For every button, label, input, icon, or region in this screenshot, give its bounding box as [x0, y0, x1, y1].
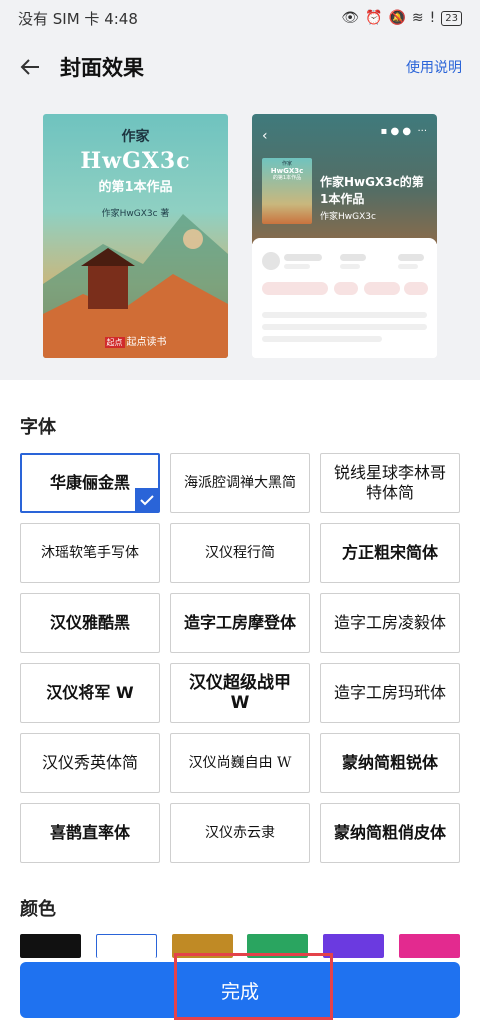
color-swatch-white[interactable] [95, 934, 157, 958]
font-option-zhanjia[interactable]: 汉仪超级战甲 W [170, 663, 310, 723]
cover-subtitle: 的第1本作品 [98, 180, 173, 195]
font-option-label: 蒙纳简粗俏皮体 [333, 823, 446, 842]
cover-logo: 起点 起点读书 [43, 333, 228, 348]
font-option-muyao[interactable]: 沐瑶软笔手写体 [20, 523, 160, 583]
mini-cover-sub: 的第1本作品 [272, 175, 302, 181]
cover-byline: 作家HwGX3c 著 [101, 209, 170, 219]
font-option-huakang-lijinhei[interactable]: 华康俪金黑 [20, 453, 160, 513]
detail-title: 作家HwGX3c的第1本作品 [320, 175, 424, 206]
color-swatch-pink[interactable] [398, 934, 460, 958]
font-option-label: 汉仪将军 W [46, 683, 134, 702]
font-option-label: 汉仪赤云隶 [205, 825, 275, 841]
skeleton-line [284, 254, 322, 261]
header: 封面效果 使用说明 [0, 36, 480, 98]
font-option-label: 汉仪雅酷黑 [49, 613, 130, 632]
font-option-label: 海派腔调禅大黑简 [184, 475, 296, 491]
font-option-xique[interactable]: 喜鹊直率体 [20, 803, 160, 863]
skeleton-tag [262, 282, 328, 295]
back-button[interactable] [0, 36, 60, 98]
cover-pen-name: HwGX3c [80, 148, 191, 174]
skeleton-line [284, 264, 310, 269]
skeleton-line [398, 264, 418, 269]
mini-cover-name: HwGX3c [270, 167, 304, 175]
skeleton-line [398, 254, 424, 261]
cover-author-label: 作家 [121, 129, 150, 145]
skeleton-tag [334, 282, 358, 295]
status-carrier-time: 没有 SIM 卡 4:48 [18, 9, 138, 28]
color-section-label: 颜色 [20, 899, 56, 920]
battery-icon: 23 [441, 10, 462, 26]
eye-icon: 👁 [341, 10, 360, 26]
qidian-logo-icon: 起点 [104, 337, 125, 348]
font-option-label: 华康俪金黑 [49, 473, 130, 492]
alert-icon: ! [429, 10, 436, 26]
chevron-left-icon: ‹ [262, 128, 268, 144]
cover-preview: 作家 HwGX3c 的第1本作品 作家HwGX3c 著 起点 起点读书 ‹ ▪ ●… [0, 98, 480, 380]
font-option-label: 汉仪程行简 [205, 545, 275, 561]
font-grid: 华康俪金黑 海派腔调禅大黑简 锐线星球李林哥特体简 沐瑶软笔手写体 汉仪程行简 … [20, 453, 460, 863]
font-option-label: 喜鹊直率体 [49, 823, 130, 842]
detail-body [252, 238, 437, 358]
font-option-ruixian[interactable]: 锐线星球李林哥特体简 [320, 453, 460, 513]
skeleton-tag [364, 282, 400, 295]
detail-header: ‹ ▪ ● ● ··· 作家 HwGX3c 的第1本作品 作家HwGX3c的第1… [252, 114, 437, 244]
font-option-cuirui[interactable]: 蒙纳简粗锐体 [320, 733, 460, 793]
font-option-label: 造字工房玛玳体 [333, 683, 446, 702]
arrow-left-icon [20, 59, 39, 75]
font-option-label: 沐瑶软笔手写体 [41, 545, 139, 561]
font-option-label: 造字工房凌毅体 [333, 613, 446, 632]
logo-text: 起点读书 [126, 337, 167, 348]
mini-cover: 作家 HwGX3c 的第1本作品 [262, 158, 312, 224]
font-option-label: 汉仪尚巍自由 W [188, 755, 292, 771]
skeleton-line [262, 336, 382, 342]
color-swatch-black[interactable] [20, 934, 81, 958]
mute-icon: 🔕 [388, 10, 406, 26]
font-option-haipai[interactable]: 海派腔调禅大黑简 [170, 453, 310, 513]
font-option-shangwei[interactable]: 汉仪尚巍自由 W [170, 733, 310, 793]
font-section-label: 字体 [20, 417, 56, 438]
detail-page-preview: ‹ ▪ ● ● ··· 作家 HwGX3c 的第1本作品 作家HwGX3c的第1… [252, 114, 437, 358]
font-option-cusong[interactable]: 方正粗宋简体 [320, 523, 460, 583]
detail-author: 作家HwGX3c [320, 212, 376, 222]
status-icons: 👁 ⏰ 🔕 ≋ ! 23 [341, 10, 462, 26]
more-icon: ▪ ● ● ··· [380, 126, 427, 137]
wifi-icon: ≋ [411, 10, 424, 26]
font-option-qiaopi[interactable]: 蒙纳简粗俏皮体 [320, 803, 460, 863]
color-swatch-row [20, 934, 460, 958]
font-option-yakuhei[interactable]: 汉仪雅酷黑 [20, 593, 160, 653]
font-option-lingyi[interactable]: 造字工房凌毅体 [320, 593, 460, 653]
skeleton-line [262, 324, 427, 330]
done-button[interactable]: 完成 [20, 962, 460, 1018]
skeleton-line [340, 254, 366, 261]
color-swatch-green[interactable] [247, 934, 309, 958]
status-bar: 没有 SIM 卡 4:48 👁 ⏰ 🔕 ≋ ! 23 [0, 0, 480, 36]
font-option-modeng[interactable]: 造字工房摩登体 [170, 593, 310, 653]
skeleton-tag [404, 282, 428, 295]
skeleton-line [262, 312, 427, 318]
font-option-jiangjun[interactable]: 汉仪将军 W [20, 663, 160, 723]
alarm-icon: ⏰ [365, 10, 383, 26]
help-link[interactable]: 使用说明 [406, 57, 480, 77]
font-option-label: 汉仪秀英体简 [41, 753, 138, 772]
font-option-label: 蒙纳简粗锐体 [341, 753, 438, 772]
checkmark-icon [135, 488, 159, 512]
page-title: 封面效果 [60, 56, 144, 80]
color-swatch-gold[interactable] [171, 934, 233, 958]
book-cover: 作家 HwGX3c 的第1本作品 作家HwGX3c 著 起点 起点读书 [43, 114, 228, 358]
color-swatch-purple[interactable] [323, 934, 385, 958]
font-option-label: 方正粗宋简体 [341, 543, 438, 562]
font-option-chengxing[interactable]: 汉仪程行简 [170, 523, 310, 583]
font-option-chiyun[interactable]: 汉仪赤云隶 [170, 803, 310, 863]
skeleton-badge [262, 252, 280, 270]
skeleton-line [340, 264, 360, 269]
font-option-madai[interactable]: 造字工房玛玳体 [320, 663, 460, 723]
font-option-label: 造字工房摩登体 [183, 613, 296, 632]
font-option-xiuying[interactable]: 汉仪秀英体简 [20, 733, 160, 793]
font-option-label: 锐线星球李林哥特体简 [333, 463, 446, 502]
font-option-label: 汉仪超级战甲 W [189, 673, 291, 713]
